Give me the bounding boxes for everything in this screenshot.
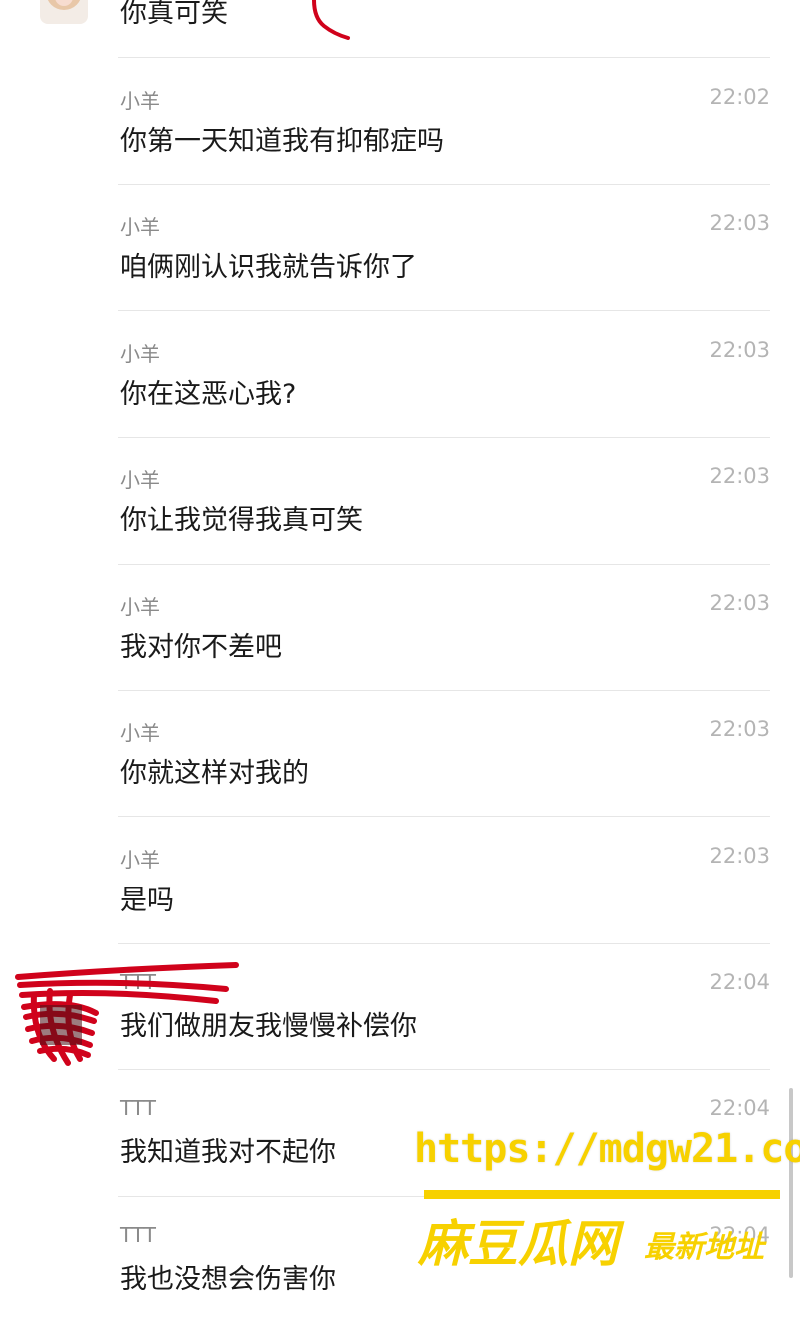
message-time: 22:04 [709,970,770,994]
message-text: 你第一天知道我有抑郁症吗 [120,126,444,157]
chat-message[interactable]: 小羊 22:03 你在这恶心我? [120,311,770,437]
chat-message[interactable]: 小羊 22:03 你就这样对我的 [120,690,770,816]
watermark-url: https://mdgw21.com [414,1126,800,1172]
message-time: 22:03 [709,211,770,235]
chat-message[interactable]: 小羊 22:03 我对你不差吧 [120,564,770,690]
message-text: 你真可笑 [120,0,228,29]
message-time: 22:03 [709,464,770,488]
message-time: 22:04 [709,1096,770,1120]
watermark-bar [424,1190,780,1199]
sender-name: 小羊 [120,342,160,366]
redaction-scribble [15,962,239,1066]
sender-name: 小羊 [120,89,160,113]
message-text: 我知道我对不起你 [120,1137,336,1168]
watermark-brand: 麻豆瓜网 [418,1214,618,1273]
message-time: 22:03 [709,844,770,868]
chat-message[interactable]: 小羊 22:02 你第一天知道我有抑郁症吗 [120,58,770,184]
sender-name: TTT [120,1096,156,1120]
avatar[interactable] [40,0,88,24]
message-text: 我也没想会伤害你 [120,1264,336,1295]
message-time: 22:03 [709,591,770,615]
red-annotation-mark [312,0,350,40]
chat-message[interactable]: 小羊 22:03 是吗 [120,817,770,943]
message-text: 是吗 [120,885,174,916]
sender-name: 小羊 [120,721,160,745]
sender-name: 小羊 [120,468,160,492]
sender-name: 小羊 [120,848,160,872]
sender-name: 小羊 [120,215,160,239]
sender-name: TTT [120,1223,156,1247]
watermark-subtitle: 最新地址 [644,1230,764,1265]
message-text: 你让我觉得我真可笑 [120,505,363,536]
scrollbar[interactable] [789,1088,793,1278]
message-text: 咱俩刚认识我就告诉你了 [120,252,417,283]
message-time: 22:02 [709,85,770,109]
chat-message[interactable]: 小羊 22:03 咱俩刚认识我就告诉你了 [120,184,770,310]
chat-message[interactable]: 小羊 22:03 你让我觉得我真可笑 [120,437,770,563]
message-time: 22:03 [709,338,770,362]
sender-name: 小羊 [120,595,160,619]
message-text: 我对你不差吧 [120,632,282,663]
message-text: 你就这样对我的 [120,758,309,789]
message-text: 你在这恶心我? [120,379,297,410]
message-time: 22:03 [709,717,770,741]
